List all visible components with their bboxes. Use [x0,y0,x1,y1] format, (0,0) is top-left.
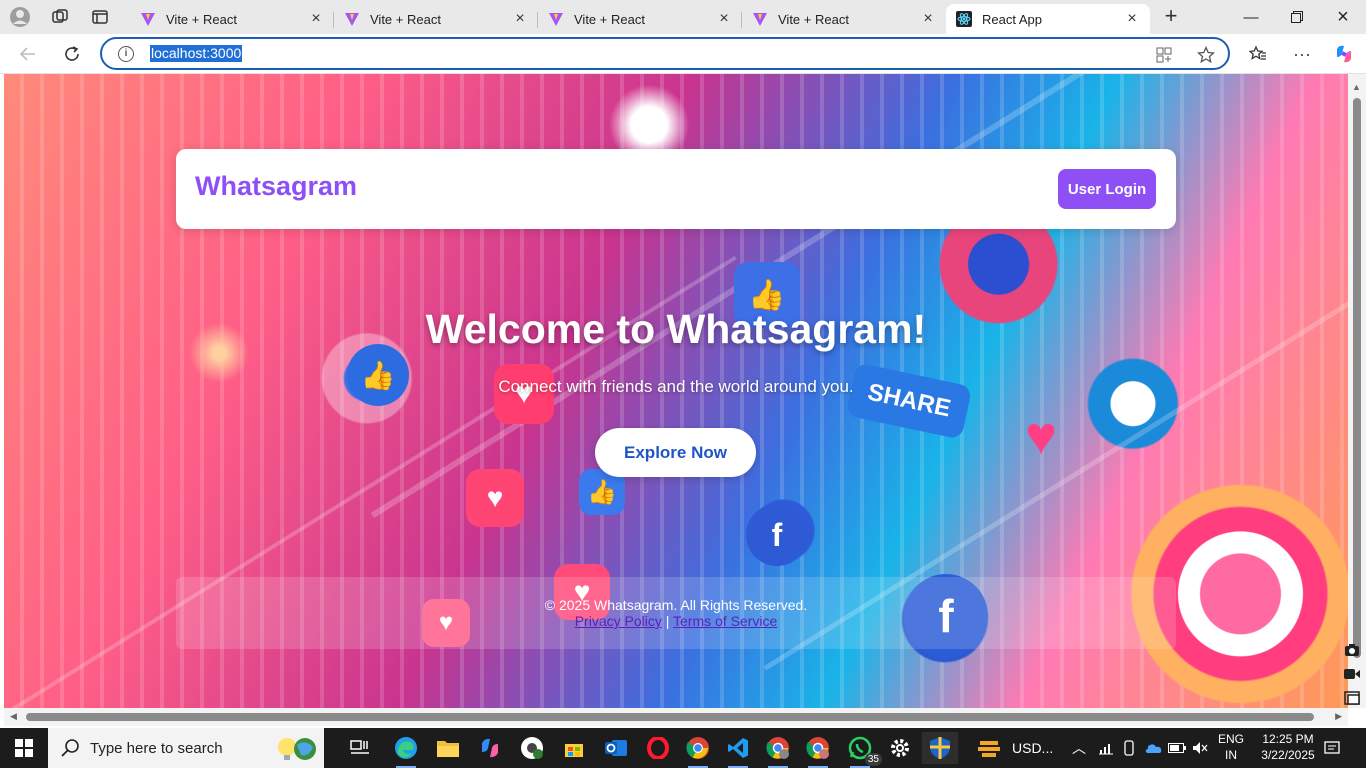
microsoft-store-icon[interactable] [556,732,592,764]
tab-vite-4[interactable]: Vite + React × [742,4,946,34]
vite-icon [548,11,564,27]
share-bubble-icon: SHARE [845,362,973,440]
browser-toolbar: i localhost:3000 ··· [0,34,1366,74]
search-placeholder: Type here to search [90,739,223,757]
search-icon [61,739,79,757]
close-tab-icon[interactable]: × [716,11,732,27]
vite-icon [140,11,156,27]
close-tab-icon[interactable]: × [920,11,936,27]
hero-subtitle: Connect with friends and the world aroun… [498,377,854,396]
outlook-icon[interactable] [598,732,634,764]
chrome-profile-3-icon[interactable] [800,732,836,768]
react-icon [956,11,972,27]
heart-icon: ♥ [466,469,524,527]
vscode-icon[interactable] [720,732,756,768]
network-icon[interactable] [1098,728,1114,768]
copilot-icon[interactable] [1328,38,1360,70]
weather-widget[interactable]: USD... [976,728,1053,768]
close-window-button[interactable]: × [1320,0,1366,34]
favorites-icon[interactable] [1242,38,1274,70]
copilot-app-icon[interactable] [472,732,508,764]
facebook-icon: f [746,504,808,566]
sidebar-tools [1340,640,1366,726]
site-header: Whatsagram User Login [176,149,1176,229]
whatsapp-icon[interactable]: 35 [842,732,882,768]
clock-date: 3/22/2025 [1261,748,1315,762]
onedrive-icon[interactable] [1144,728,1162,768]
heart-icon: ♥ [1024,406,1058,466]
close-tab-icon[interactable]: × [512,11,528,27]
tab-vite-3[interactable]: Vite + React × [538,4,742,34]
close-tab-icon[interactable]: × [308,11,324,27]
new-tab-button[interactable]: + [1156,4,1186,30]
more-menu-icon[interactable]: ··· [1286,38,1318,70]
horizontal-scrollbar[interactable]: ◀ ▶ [4,708,1348,726]
tab-vite-1[interactable]: Vite + React × [130,4,334,34]
weather-icon [978,741,1000,757]
address-bar[interactable]: i localhost:3000 [100,37,1230,70]
privacy-policy-link[interactable]: Privacy Policy [575,613,662,629]
security-shield-icon[interactable] [922,732,958,764]
clock-time: 12:25 PM [1262,732,1314,746]
vite-icon [752,11,768,27]
terms-of-service-link[interactable]: Terms of Service [673,613,777,629]
opera-icon[interactable] [640,732,676,764]
url-text[interactable]: localhost:3000 [150,45,243,62]
profile-icon[interactable] [0,0,40,34]
horizontal-scroll-thumb[interactable] [26,713,1314,721]
refresh-button[interactable] [56,38,88,70]
footer-link-separator: | [665,613,670,629]
task-view-icon[interactable] [342,732,378,764]
explore-now-button[interactable]: Explore Now [595,428,756,477]
window-snap-icon[interactable] [1340,688,1364,708]
vite-icon [344,11,360,27]
screenshot-camera-icon[interactable] [1340,640,1364,660]
footer-links: Privacy Policy | Terms of Service [176,613,1176,629]
taskbar-search[interactable]: Type here to search [48,728,324,768]
language-region: IN [1225,748,1237,762]
brand-logo[interactable]: Whatsagram [195,171,357,202]
app-available-icon[interactable] [1154,45,1174,65]
volume-muted-icon[interactable] [1192,728,1208,768]
favorite-star-icon[interactable] [1196,45,1216,65]
user-login-button[interactable]: User Login [1058,169,1156,209]
video-record-icon[interactable] [1340,664,1364,684]
restore-button[interactable] [1274,0,1320,34]
minimize-button[interactable]: — [1228,0,1274,34]
workspaces-icon[interactable] [40,0,80,34]
edge-icon[interactable] [388,732,424,768]
site-info-icon[interactable]: i [118,46,134,62]
site-footer: © 2025 Whatsagram. All Rights Reserved. … [176,577,1176,649]
tab-actions-icon[interactable] [80,0,120,34]
tab-react-app[interactable]: React App × [946,4,1150,34]
file-explorer-icon[interactable] [430,732,466,764]
weather-text: USD... [1012,740,1054,756]
windows-taskbar: Type here to search 35 USD... ︿ ENG IN 1… [0,728,1366,768]
device-icon[interactable] [1122,728,1136,768]
input-language-indicator[interactable]: ENG IN [1216,731,1246,763]
start-button[interactable] [0,728,48,768]
scroll-left-icon[interactable]: ◀ [10,711,17,722]
browser-tab-strip: Vite + React × Vite + React × Vite + Rea… [0,0,1366,34]
battery-icon[interactable] [1168,728,1186,768]
close-tab-icon[interactable]: × [1124,11,1140,27]
chrome-icon[interactable] [680,732,716,768]
hero-title: Welcome to Whatsagram! [425,306,927,352]
footer-copyright: © 2025 Whatsagram. All Rights Reserved. [544,597,808,613]
whatsapp-badge: 35 [864,753,882,766]
search-highlight-icon[interactable] [274,732,320,764]
language-code: ENG [1217,732,1244,746]
scroll-up-icon[interactable]: ▲ [1352,82,1361,92]
notifications-icon[interactable] [1324,728,1340,768]
tab-vite-2[interactable]: Vite + React × [334,4,538,34]
chrome-profile-icon[interactable] [514,732,550,764]
vertical-scrollbar[interactable]: ▲ [1348,74,1366,708]
vertical-scroll-thumb[interactable] [1353,98,1361,658]
page-viewport: 👍 ♥ ♥ ♥ SHARE f f 👍 👍 ♥ ♥ Whatsagram Use… [4,74,1348,708]
system-clock[interactable]: 12:25 PM 3/22/2025 [1258,731,1318,763]
settings-icon[interactable] [882,732,918,764]
chrome-profile-2-icon[interactable] [760,732,796,768]
back-button[interactable] [12,38,44,70]
show-hidden-icons[interactable]: ︿ [1072,728,1086,768]
